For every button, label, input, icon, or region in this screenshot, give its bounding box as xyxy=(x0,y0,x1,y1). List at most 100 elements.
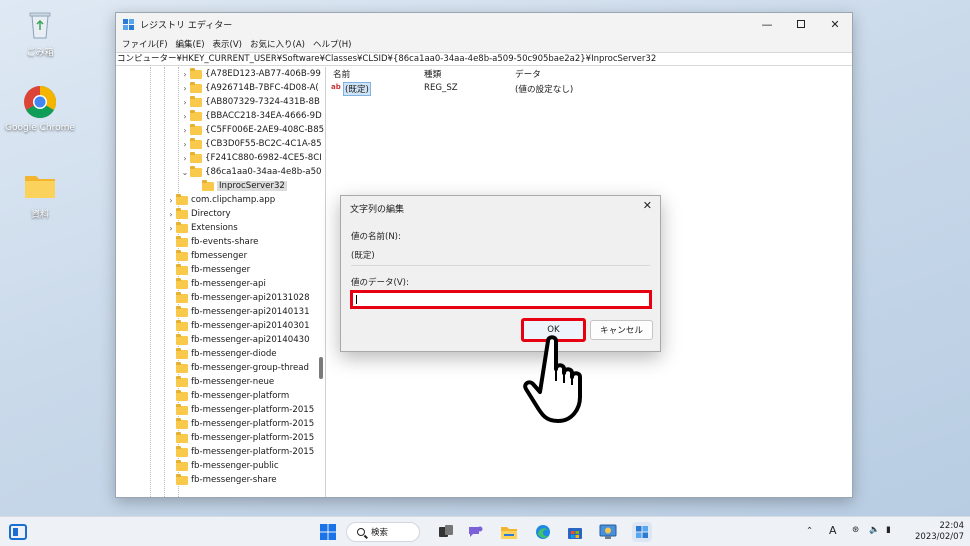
task-view-button[interactable] xyxy=(436,522,456,542)
edge-button[interactable] xyxy=(533,522,553,542)
tree-node[interactable]: fb-messenger-platform-2015 xyxy=(166,417,314,431)
tree-node[interactable]: fb-messenger-platform-2015 xyxy=(166,445,314,459)
column-type[interactable]: 種類 xyxy=(424,68,441,80)
tree-node[interactable]: fb-messenger-public xyxy=(166,459,279,473)
search-icon xyxy=(357,528,365,536)
minimize-icon: — xyxy=(761,17,773,31)
value-type: REG_SZ xyxy=(424,83,458,93)
tree-node[interactable]: › {F241C880-6982-4CE5-8CI xyxy=(180,151,322,165)
dialog-divider xyxy=(351,265,650,266)
tree-node[interactable]: fb-messenger-platform-2015 xyxy=(166,431,314,445)
folder-icon xyxy=(176,319,188,331)
chevron-right-icon: › xyxy=(183,153,187,163)
registry-editor-taskbar-button[interactable] xyxy=(632,522,652,542)
folder-icon xyxy=(190,123,202,135)
tree-node[interactable]: › {AB807329-7324-431B-8B xyxy=(180,95,320,109)
wifi-icon[interactable]: ⊛ xyxy=(852,525,859,535)
value-data-input[interactable] xyxy=(353,293,649,306)
tree-scrollbar[interactable] xyxy=(319,357,323,379)
battery-icon[interactable]: ▮ xyxy=(886,525,891,535)
tree-node[interactable]: fb-messenger-group-thread xyxy=(166,361,309,375)
folder-icon xyxy=(190,67,202,79)
store-button[interactable] xyxy=(565,522,585,542)
value-data-label: 値のデータ(V): xyxy=(351,278,409,288)
tree-node[interactable]: fb-messenger-api20140301 xyxy=(166,319,310,333)
folder-icon xyxy=(176,235,188,247)
close-icon: ✕ xyxy=(642,199,652,212)
close-window-button[interactable]: ✕ xyxy=(818,13,852,35)
tree-node-selected[interactable]: InprocServer32 xyxy=(202,179,287,193)
value-name-label: 値の名前(N): xyxy=(351,232,401,242)
ime-indicator[interactable]: A xyxy=(829,524,837,537)
tree-node[interactable]: › Extensions xyxy=(166,221,238,235)
menu-favorites[interactable]: お気に入り(A) xyxy=(246,38,309,50)
close-icon: ✕ xyxy=(830,17,840,31)
address-bar[interactable]: コンピューター¥HKEY_CURRENT_USER¥Software¥Class… xyxy=(116,52,852,66)
chevron-right-icon: › xyxy=(169,195,173,205)
tree-node[interactable]: fb-messenger-platform xyxy=(166,389,289,403)
taskbar-search[interactable]: 検索 xyxy=(346,522,420,542)
hand-pointer-icon xyxy=(523,335,582,423)
minimize-button[interactable]: — xyxy=(750,13,784,35)
folder-icon xyxy=(176,221,188,233)
tree-node[interactable]: fbmessenger xyxy=(166,249,247,263)
tree-node[interactable]: › {A926714B-7BFC-4D08-A( xyxy=(180,81,319,95)
desktop-icon-folder[interactable]: 資料 xyxy=(0,168,80,220)
widgets-button[interactable] xyxy=(8,522,28,542)
window-title: レジストリ エディター xyxy=(140,20,233,31)
system-clock[interactable]: 22:04 2023/02/07 xyxy=(915,521,964,543)
chat-icon xyxy=(469,526,483,537)
tree-node[interactable]: › {A78ED123-AB77-406B-99 xyxy=(180,67,321,81)
folder-icon xyxy=(190,109,202,121)
tree-node[interactable]: fb-messenger-api20131028 xyxy=(166,291,310,305)
tree-node[interactable]: › {CB3D0F55-BC2C-4C1A-85 xyxy=(180,137,322,151)
speaker-icon[interactable]: 🔈 xyxy=(869,525,880,535)
tree-node[interactable]: › {BBACC218-34EA-4666-9D xyxy=(180,109,322,123)
menu-view[interactable]: 表示(V) xyxy=(209,38,246,50)
tree-node[interactable]: fb-events-share xyxy=(166,235,258,249)
list-row[interactable]: ab (既定) REG_SZ (値の設定なし) xyxy=(328,82,852,96)
tree-node-expanded[interactable]: ⌄ {86ca1aa0-34aa-4e8b-a50 xyxy=(180,165,322,179)
edit-string-dialog: 文字列の編集 ✕ 値の名前(N): (既定) 値のデータ(V): OK キャンセ… xyxy=(340,195,661,352)
chevron-right-icon: › xyxy=(169,223,173,233)
list-header: 名前 種類 データ xyxy=(328,67,852,81)
maximize-icon xyxy=(797,20,805,28)
maximize-button[interactable] xyxy=(784,13,818,35)
tree-node[interactable]: fb-messenger xyxy=(166,263,250,277)
folder-icon xyxy=(176,347,188,359)
search-label: 検索 xyxy=(371,528,389,538)
key-tree[interactable]: › {A78ED123-AB77-406B-99 › {A926714B-7BFC-… xyxy=(116,67,326,497)
chevron-right-icon: › xyxy=(169,209,173,219)
folder-icon xyxy=(190,95,202,107)
menu-help[interactable]: ヘルプ(H) xyxy=(309,38,356,50)
tree-node[interactable]: › {C5FF006E-2AE9-408C-B85 xyxy=(180,123,324,137)
menu-file[interactable]: ファイル(F) xyxy=(118,38,172,50)
tree-node[interactable]: › Directory xyxy=(166,207,231,221)
start-button[interactable] xyxy=(318,522,338,542)
tree-node[interactable]: fb-messenger-api xyxy=(166,277,266,291)
tree-node[interactable]: fb-messenger-api20140430 xyxy=(166,333,310,347)
column-data[interactable]: データ xyxy=(515,68,541,80)
teams-chat-button[interactable] xyxy=(465,522,485,542)
chevron-down-icon: ⌄ xyxy=(181,167,189,177)
tree-node[interactable]: fb-messenger-share xyxy=(166,473,277,487)
chevron-up-icon: ⌃ xyxy=(806,526,814,536)
tree-node[interactable]: › com.clipchamp.app xyxy=(166,193,275,207)
column-name[interactable]: 名前 xyxy=(333,68,350,80)
show-hidden-icons-button[interactable]: ⌃ xyxy=(806,526,813,536)
menu-edit[interactable]: 編集(E) xyxy=(172,38,209,50)
chevron-right-icon: › xyxy=(183,97,187,107)
tree-node[interactable]: fb-messenger-api20140131 xyxy=(166,305,310,319)
file-explorer-button[interactable] xyxy=(499,522,519,542)
control-panel-button[interactable] xyxy=(598,522,618,542)
tree-node[interactable]: fb-messenger-platform-2015 xyxy=(166,403,314,417)
dialog-close-button[interactable]: ✕ xyxy=(643,199,652,212)
tree-node[interactable]: fb-messenger-diode xyxy=(166,347,277,361)
desktop-icon-chrome[interactable]: Google Chrome xyxy=(0,84,80,133)
folder-icon xyxy=(176,291,188,303)
chrome-icon xyxy=(22,84,58,120)
value-data: (値の設定なし) xyxy=(515,85,574,95)
tree-node[interactable]: fb-messenger-neue xyxy=(166,375,274,389)
string-value-icon: ab xyxy=(331,83,341,91)
desktop-icon-recycle-bin[interactable]: ごみ箱 xyxy=(0,6,80,58)
